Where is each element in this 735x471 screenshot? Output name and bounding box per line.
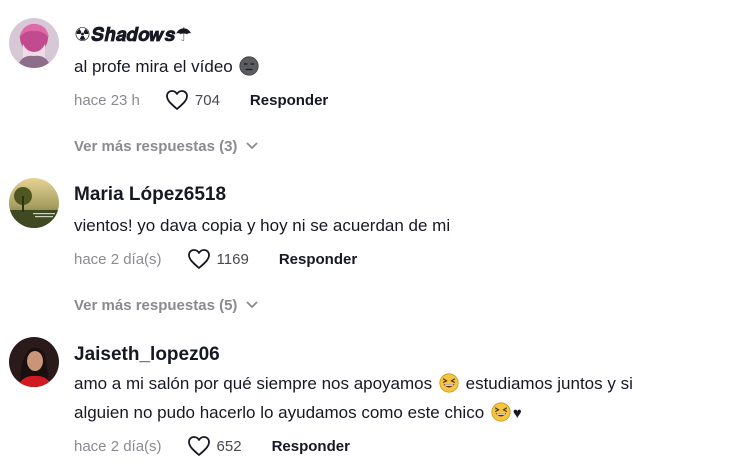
like-count: 1169	[216, 250, 249, 268]
grinning-squinting-face-icon	[491, 402, 511, 422]
heart-icon	[187, 249, 210, 269]
comment-meta: hace 2 día(s) 1169 Responder	[74, 247, 357, 271]
like-count: 652	[216, 437, 242, 455]
heart-symbol: ♥	[512, 405, 522, 422]
comment-meta: hace 23 h 704 Responder	[74, 88, 328, 112]
heart-icon	[165, 90, 188, 110]
comment-timestamp: hace 2 día(s)	[74, 250, 162, 268]
view-more-replies-button[interactable]: Ver más respuestas (3)	[74, 135, 259, 157]
like-button[interactable]: 704	[165, 89, 220, 111]
comment-timestamp: hace 23 h	[74, 91, 140, 109]
reply-button[interactable]: Responder	[250, 92, 328, 109]
comment-timestamp: hace 2 día(s)	[74, 437, 162, 455]
chevron-down-icon	[247, 142, 258, 149]
avatar-image	[9, 18, 59, 68]
username[interactable]: Jaiseth_lopez06	[74, 344, 220, 366]
avatar[interactable]	[9, 337, 59, 387]
view-more-replies-label: Ver más respuestas (5)	[74, 296, 238, 314]
reply-button[interactable]: Responder	[272, 438, 350, 455]
view-more-replies-button[interactable]: Ver más respuestas (5)	[74, 294, 259, 316]
grinning-squinting-face-icon	[439, 373, 459, 393]
like-button[interactable]: 1169	[187, 248, 249, 270]
avatar-image	[9, 337, 59, 387]
comment-meta: hace 2 día(s) 652 Responder	[74, 434, 350, 458]
heart-icon	[187, 436, 210, 456]
comment-text-content: al profe mira el vídeo	[74, 57, 233, 76]
expressionless-face-icon	[239, 56, 260, 76]
comment-text-content: vientos! yo dava copia y hoy ni se acuer…	[74, 216, 451, 235]
chevron-down-icon	[247, 301, 258, 308]
avatar-image	[9, 178, 59, 228]
comment-text: amo a mi salón por qué siempre nos apoya…	[74, 369, 634, 428]
like-count: 704	[194, 91, 220, 109]
view-more-replies-label: Ver más respuestas (3)	[74, 137, 238, 155]
username[interactable]: ☢𝑺𝒉𝒂𝒅𝒐𝒘𝒔☂	[74, 24, 192, 47]
avatar[interactable]	[9, 18, 59, 68]
comment-text: al profe mira el vídeo	[74, 52, 634, 81]
username[interactable]: Maria López6518	[74, 184, 226, 206]
reply-button[interactable]: Responder	[279, 251, 357, 268]
like-button[interactable]: 652	[187, 435, 242, 457]
avatar[interactable]	[9, 178, 59, 228]
comment-text: vientos! yo dava copia y hoy ni se acuer…	[74, 211, 634, 240]
comment-text-part1: amo a mi salón por qué siempre nos apoya…	[74, 374, 433, 393]
